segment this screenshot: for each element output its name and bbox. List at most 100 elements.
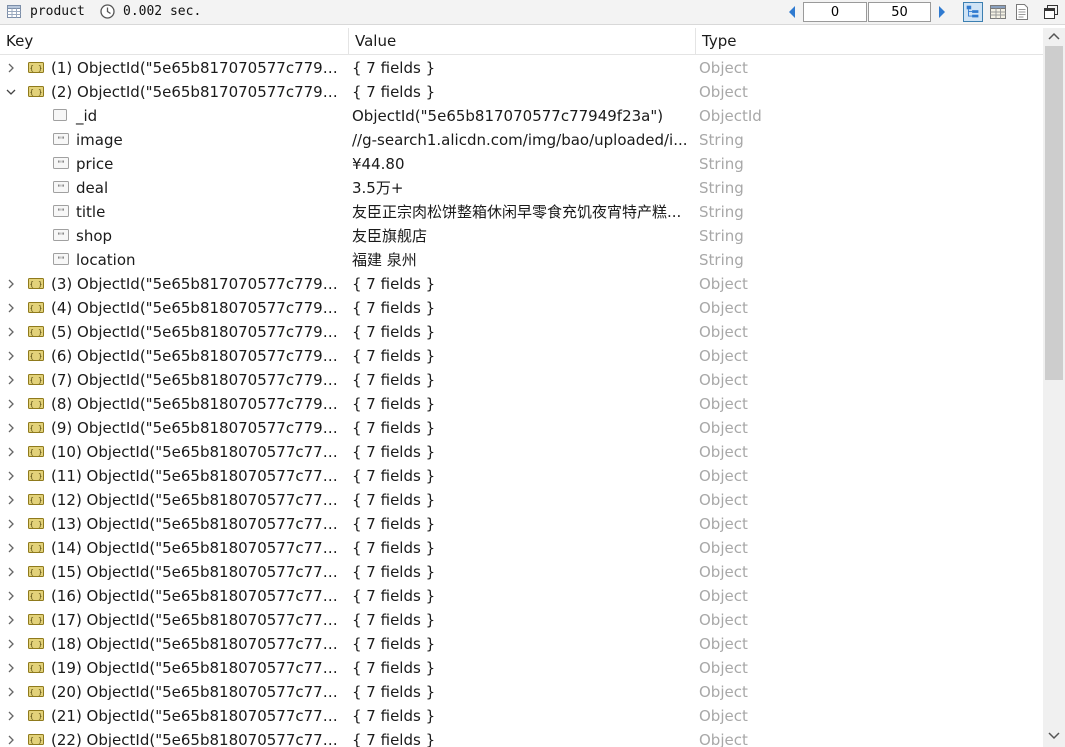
type-cell: String xyxy=(699,179,744,197)
key-label: (20) ObjectId("5e65b818070577c7794... xyxy=(51,683,343,701)
document-row[interactable]: { } (18) ObjectId("5e65b818070577c7794...… xyxy=(0,632,1043,656)
document-row[interactable]: { } (15) ObjectId("5e65b818070577c7794...… xyxy=(0,560,1043,584)
document-row[interactable]: { } (1) ObjectId("5e65b817070577c77949...… xyxy=(0,56,1043,80)
document-row[interactable]: { } (12) ObjectId("5e65b818070577c7794...… xyxy=(0,488,1043,512)
type-cell: String xyxy=(699,227,744,245)
value-cell: { 7 fields } xyxy=(352,515,436,533)
expand-chevron-icon[interactable] xyxy=(5,494,17,506)
scroll-down-icon[interactable] xyxy=(1048,731,1060,741)
expand-chevron-icon[interactable] xyxy=(5,590,17,602)
document-icon: { } xyxy=(28,590,44,601)
expand-chevron-icon[interactable] xyxy=(5,662,17,674)
field-row[interactable]: "" price ¥44.80 String xyxy=(0,152,1043,176)
svg-text:{ }: { } xyxy=(30,281,43,289)
value-cell: { 7 fields } xyxy=(352,371,436,389)
key-cell: { } (11) ObjectId("5e65b818070577c7794... xyxy=(0,464,348,488)
svg-text:{ }: { } xyxy=(30,545,43,553)
value-cell: { 7 fields } xyxy=(352,443,436,461)
field-row[interactable]: "" title 友臣正宗肉松饼整箱休闲早零食充饥夜宵特产糕... String xyxy=(0,200,1043,224)
field-row[interactable]: "" image //g-search1.alicdn.com/img/bao/up… xyxy=(0,128,1043,152)
document-row[interactable]: { } (8) ObjectId("5e65b818070577c77949...… xyxy=(0,392,1043,416)
expand-chevron-icon[interactable] xyxy=(5,398,17,410)
svg-text:{ }: { } xyxy=(30,569,43,577)
expand-chevron-icon[interactable] xyxy=(5,62,17,74)
field-row[interactable]: _id ObjectId("5e65b817070577c77949f23a") O… xyxy=(0,104,1043,128)
type-cell: Object xyxy=(699,515,748,533)
expand-chevron-icon[interactable] xyxy=(5,374,17,386)
document-row[interactable]: { } (14) ObjectId("5e65b818070577c7794...… xyxy=(0,536,1043,560)
document-row[interactable]: { } (21) ObjectId("5e65b818070577c7794...… xyxy=(0,704,1043,728)
document-row[interactable]: { } (6) ObjectId("5e65b818070577c77949...… xyxy=(0,344,1043,368)
expand-chevron-icon[interactable] xyxy=(5,350,17,362)
key-cell: { } (12) ObjectId("5e65b818070577c7794... xyxy=(0,488,348,512)
expand-chevron-icon[interactable] xyxy=(5,710,17,722)
scroll-up-icon[interactable] xyxy=(1048,31,1060,41)
expand-chevron-icon[interactable] xyxy=(5,422,17,434)
expand-chevron-icon[interactable] xyxy=(5,566,17,578)
document-row[interactable]: { } (11) ObjectId("5e65b818070577c7794...… xyxy=(0,464,1043,488)
svg-text:{ }: { } xyxy=(30,425,43,433)
key-cell: "" title xyxy=(0,200,348,224)
expand-chevron-icon[interactable] xyxy=(5,302,17,314)
svg-text:{ }: { } xyxy=(30,65,43,73)
column-header-type[interactable]: Type xyxy=(695,28,1043,55)
type-cell: Object xyxy=(699,563,748,581)
type-cell: Object xyxy=(699,707,748,725)
document-row[interactable]: { } (3) ObjectId("5e65b817070577c77949...… xyxy=(0,272,1043,296)
column-header-key[interactable]: Key xyxy=(0,28,348,55)
expand-chevron-icon[interactable] xyxy=(5,470,17,482)
document-row[interactable]: { } (10) ObjectId("5e65b818070577c7794...… xyxy=(0,440,1043,464)
expand-chevron-icon[interactable] xyxy=(5,542,17,554)
document-row[interactable]: { } (19) ObjectId("5e65b818070577c7794...… xyxy=(0,656,1043,680)
table-view-icon[interactable] xyxy=(988,2,1008,22)
field-row[interactable]: "" shop 友臣旗舰店 String xyxy=(0,224,1043,248)
value-cell: { 7 fields } xyxy=(352,707,436,725)
maximize-icon[interactable] xyxy=(1043,4,1059,20)
key-cell: { } (14) ObjectId("5e65b818070577c7794... xyxy=(0,536,348,560)
document-icon: { } xyxy=(28,638,44,649)
document-row[interactable]: { } (4) ObjectId("5e65b818070577c77949...… xyxy=(0,296,1043,320)
document-row[interactable]: { } (20) ObjectId("5e65b818070577c7794...… xyxy=(0,680,1043,704)
key-cell: { } (1) ObjectId("5e65b817070577c77949... xyxy=(0,56,348,80)
type-cell: String xyxy=(699,131,744,149)
expand-chevron-icon[interactable] xyxy=(5,518,17,530)
document-row[interactable]: { } (2) ObjectId("5e65b817070577c77949...… xyxy=(0,80,1043,104)
value-cell: { 7 fields } xyxy=(352,683,436,701)
document-row[interactable]: { } (13) ObjectId("5e65b818070577c7794...… xyxy=(0,512,1043,536)
document-icon: { } xyxy=(28,86,44,97)
prev-page-icon[interactable] xyxy=(787,5,797,19)
document-row[interactable]: { } (7) ObjectId("5e65b818070577c77949...… xyxy=(0,368,1043,392)
expand-chevron-icon[interactable] xyxy=(5,686,17,698)
document-row[interactable]: { } (9) ObjectId("5e65b818070577c77949...… xyxy=(0,416,1043,440)
key-cell: "" image xyxy=(0,128,348,152)
value-cell: { 7 fields } xyxy=(352,611,436,629)
type-cell: Object xyxy=(699,659,748,677)
scrollbar-thumb[interactable] xyxy=(1045,46,1063,380)
expand-chevron-icon[interactable] xyxy=(5,734,17,746)
expand-chevron-icon[interactable] xyxy=(5,326,17,338)
key-cell: "" price xyxy=(0,152,348,176)
column-header-value[interactable]: Value xyxy=(348,28,695,55)
expand-chevron-icon[interactable] xyxy=(5,278,17,290)
limit-input[interactable] xyxy=(868,2,931,22)
value-cell: { 7 fields } xyxy=(352,659,436,677)
document-icon: { } xyxy=(28,302,44,313)
tree-view-icon[interactable] xyxy=(963,2,983,22)
text-view-icon[interactable] xyxy=(1012,2,1032,22)
field-row[interactable]: "" location 福建 泉州 String xyxy=(0,248,1043,272)
expand-chevron-icon[interactable] xyxy=(5,638,17,650)
next-page-icon[interactable] xyxy=(937,5,947,19)
expand-chevron-icon[interactable] xyxy=(5,614,17,626)
vertical-scrollbar[interactable] xyxy=(1043,28,1065,747)
skip-input[interactable] xyxy=(803,2,867,22)
field-row[interactable]: "" deal 3.5万+ String xyxy=(0,176,1043,200)
expand-chevron-icon[interactable] xyxy=(5,446,17,458)
document-row[interactable]: { } (5) ObjectId("5e65b818070577c77949...… xyxy=(0,320,1043,344)
document-row[interactable]: { } (16) ObjectId("5e65b818070577c7794...… xyxy=(0,584,1043,608)
document-row[interactable]: { } (17) ObjectId("5e65b818070577c7794...… xyxy=(0,608,1043,632)
value-cell: { 7 fields } xyxy=(352,635,436,653)
value-cell: { 7 fields } xyxy=(352,83,436,101)
collapse-chevron-icon[interactable] xyxy=(5,86,17,98)
document-row[interactable]: { } (22) ObjectId("5e65b818070577c7794...… xyxy=(0,728,1043,747)
key-label: (13) ObjectId("5e65b818070577c7794... xyxy=(51,515,343,533)
